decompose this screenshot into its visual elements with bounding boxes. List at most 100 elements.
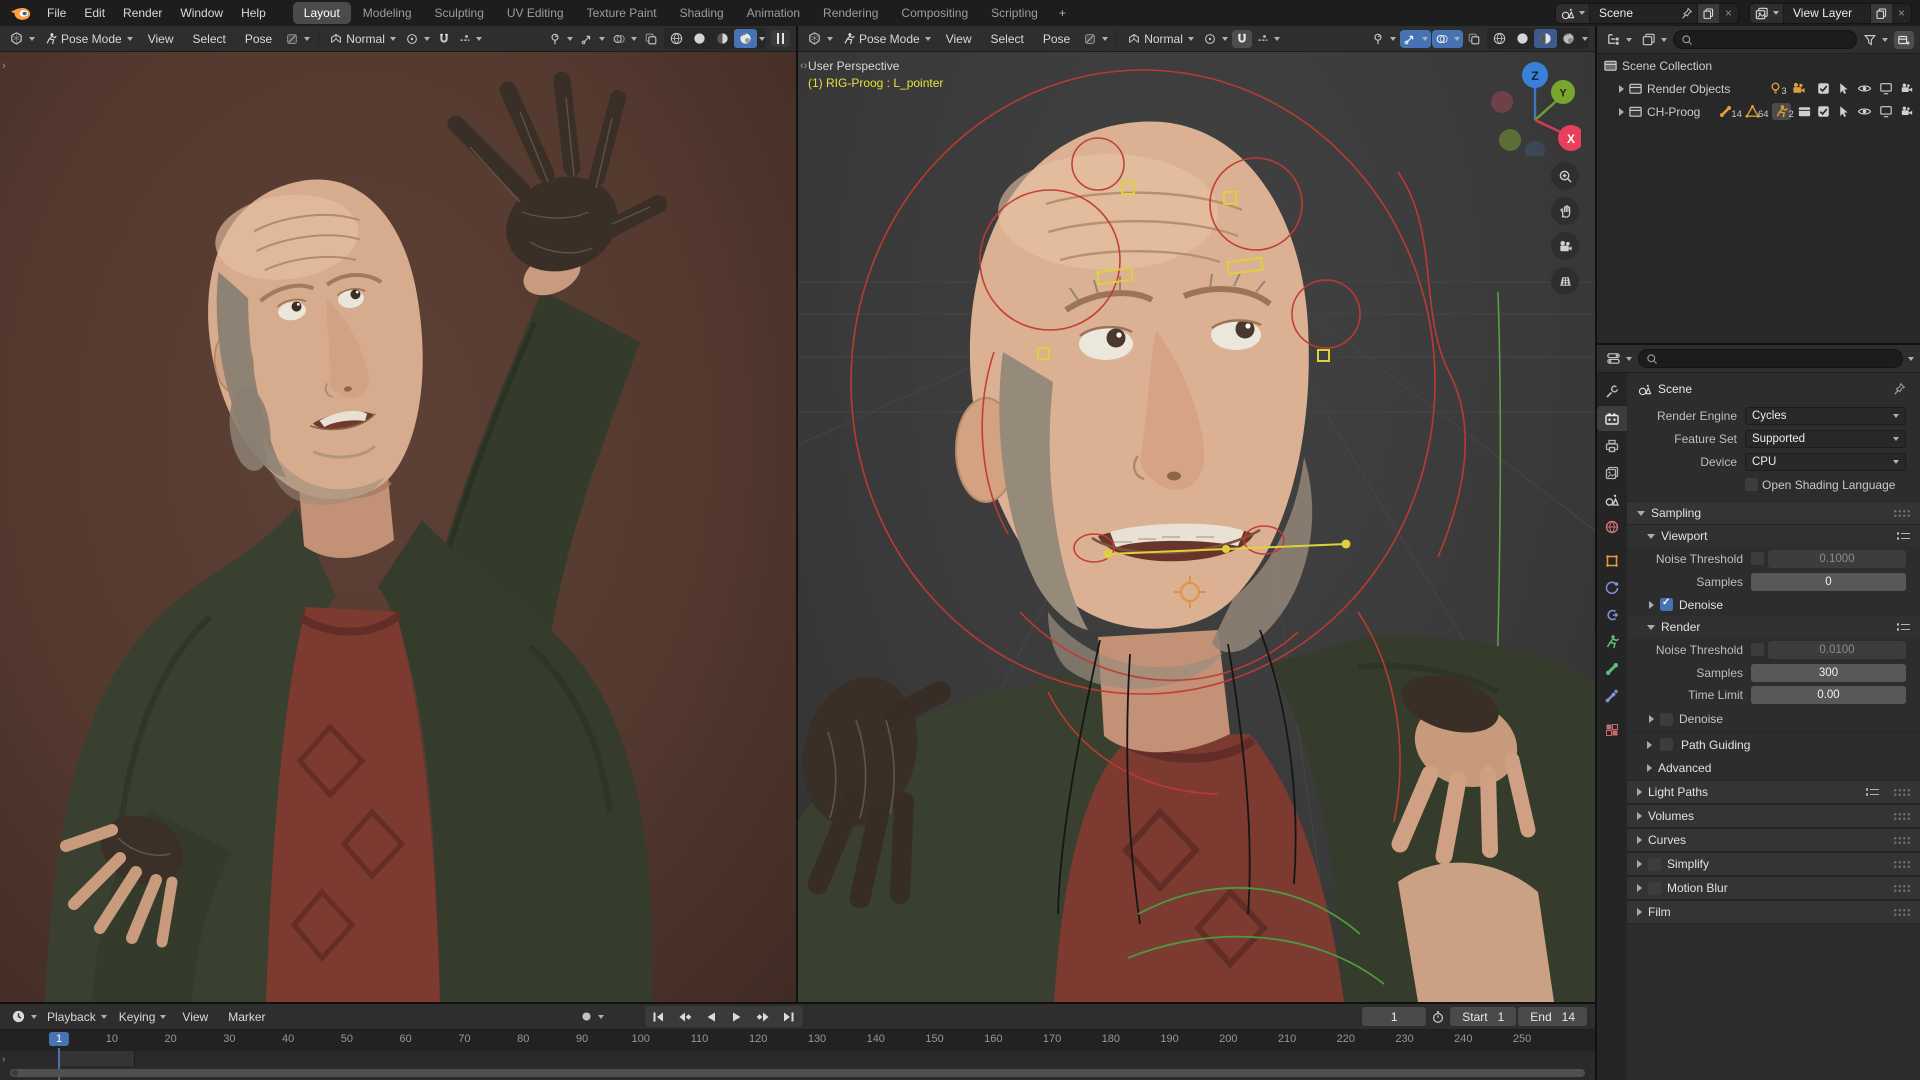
timeline-ruler-ticks[interactable]: 1020304050607080901001101201301401501601… [0, 1030, 1595, 1051]
view-menu[interactable]: View [139, 29, 183, 49]
workspace-tab-compositing[interactable]: Compositing [890, 2, 979, 24]
shading-material-button[interactable] [1534, 29, 1557, 48]
tab-view-layer[interactable] [1597, 460, 1627, 485]
disable-renders-icon[interactable] [1900, 82, 1914, 95]
add-workspace-button[interactable]: + [1051, 4, 1074, 22]
topbar-menu-help[interactable]: Help [232, 3, 275, 23]
section-film[interactable]: Film [1627, 900, 1920, 924]
play-button[interactable] [724, 1007, 750, 1026]
auto-keying-toggle[interactable] [577, 1008, 607, 1025]
device-dropdown[interactable]: CPU [1745, 453, 1906, 471]
section-sampling[interactable]: Sampling [1627, 501, 1920, 525]
snap-toggle[interactable] [1232, 30, 1252, 48]
timeline-editor-type-button[interactable] [8, 1007, 40, 1026]
pan-tool-button[interactable] [1551, 197, 1579, 225]
render-engine-dropdown[interactable]: Cycles [1745, 407, 1906, 425]
preset-icon[interactable] [1897, 623, 1911, 631]
outliner-filter-dropdown[interactable] [1860, 31, 1891, 49]
prev-keyframe-button[interactable] [672, 1007, 698, 1026]
next-keyframe-button[interactable] [750, 1007, 776, 1026]
expand-arrow-icon[interactable] [1619, 108, 1624, 116]
scene-pin-icon[interactable] [1676, 4, 1697, 23]
view-layer-name[interactable]: View Layer [1784, 6, 1870, 20]
tab-world[interactable] [1597, 514, 1627, 539]
outliner-editor-type-button[interactable] [1603, 30, 1635, 49]
section-curves[interactable]: Curves [1627, 828, 1920, 852]
pivot-point-dropdown[interactable] [1200, 30, 1231, 48]
pin-icon[interactable] [1892, 382, 1906, 396]
xray-toggle[interactable] [1464, 30, 1484, 48]
transform-orientation-mini[interactable] [282, 30, 313, 48]
shading-rendered-button[interactable] [1557, 29, 1580, 48]
shading-solid-button[interactable] [1511, 29, 1534, 48]
properties-search-input[interactable] [1638, 349, 1903, 368]
pose-menu[interactable]: Pose [1034, 29, 1079, 49]
select-menu[interactable]: Select [982, 29, 1033, 49]
rn-denoise-checkbox[interactable] [1660, 713, 1673, 726]
tab-output[interactable] [1597, 433, 1627, 458]
topbar-menu-file[interactable]: File [38, 3, 75, 23]
tab-object[interactable] [1597, 548, 1627, 573]
scene-unlink-button[interactable]: × [1719, 6, 1738, 20]
workspace-tab-modeling[interactable]: Modeling [352, 2, 423, 24]
render-pause-button[interactable] [771, 30, 791, 47]
exclude-checkbox-icon[interactable] [1817, 105, 1830, 118]
viewport-right-canvas[interactable]: ‹› [798, 52, 1595, 1002]
scene-selector[interactable]: Scene × [1555, 3, 1739, 24]
view-layer-copy-button[interactable] [1870, 4, 1892, 23]
tab-scene[interactable] [1597, 487, 1627, 512]
navigation-gizmo[interactable]: Z Y X [1489, 60, 1581, 156]
object-visibility-dropdown[interactable] [545, 30, 576, 48]
preset-icon[interactable] [1866, 788, 1880, 796]
scene-browse-button[interactable] [1556, 4, 1590, 23]
topbar-menu-window[interactable]: Window [171, 3, 232, 23]
play-reverse-button[interactable] [698, 1007, 724, 1026]
vp-denoise-checkbox[interactable] [1660, 598, 1673, 611]
workspace-tab-shading[interactable]: Shading [669, 2, 735, 24]
timeline-view-menu[interactable]: View [173, 1007, 217, 1027]
outliner-row-render-objects[interactable]: Render Objects 3 [1597, 77, 1920, 100]
select-menu[interactable]: Select [184, 29, 235, 49]
disable-viewports-icon[interactable] [1879, 82, 1893, 95]
playback-menu[interactable]: Playback [42, 1008, 112, 1026]
timeline-scrollbar[interactable] [10, 1069, 1585, 1077]
scene-copy-button[interactable] [1697, 4, 1719, 23]
new-collection-button[interactable] [1894, 31, 1914, 49]
camera-view-button[interactable] [1551, 232, 1579, 260]
expand-arrow-icon[interactable] [1649, 715, 1654, 723]
rn-samples-value[interactable]: 300 [1751, 664, 1906, 682]
rn-noise-threshold-checkbox[interactable] [1751, 643, 1764, 656]
section-light-paths[interactable]: Light Paths [1627, 780, 1920, 804]
scene-name[interactable]: Scene [1590, 6, 1676, 20]
section-path-guiding[interactable]: Path Guiding [1627, 732, 1920, 756]
show-gizmo-toggle[interactable] [1400, 30, 1431, 48]
expand-arrow-icon[interactable] [1649, 601, 1654, 609]
pose-menu[interactable]: Pose [236, 29, 281, 49]
tab-armature-data[interactable] [1597, 629, 1627, 654]
frame-start-field[interactable]: Start 1 [1450, 1007, 1516, 1026]
timeline-collapse-handle[interactable]: › [2, 1054, 5, 1065]
transform-orientation-mini[interactable] [1080, 30, 1111, 48]
section-volumes[interactable]: Volumes [1627, 804, 1920, 828]
orientation-dropdown[interactable]: Normal [324, 30, 401, 48]
tab-object-constraints[interactable] [1597, 602, 1627, 627]
properties-editor-type-button[interactable] [1603, 349, 1635, 368]
section-motion-blur[interactable]: Motion Blur [1627, 876, 1920, 900]
exclude-checkbox-icon[interactable] [1817, 82, 1830, 95]
hide-viewport-icon[interactable] [1857, 82, 1872, 95]
shading-material-button[interactable] [711, 29, 734, 48]
tab-physics[interactable] [1597, 575, 1627, 600]
object-visibility-dropdown[interactable] [1368, 30, 1399, 48]
section-sampling-viewport[interactable]: Viewport [1627, 525, 1920, 547]
view-menu[interactable]: View [937, 29, 981, 49]
motion-blur-checkbox[interactable] [1648, 882, 1661, 895]
timeline-marker-menu[interactable]: Marker [219, 1007, 274, 1027]
snap-settings-dropdown[interactable] [1253, 30, 1283, 47]
show-overlays-toggle[interactable] [1432, 30, 1463, 48]
show-overlays-toggle[interactable] [609, 30, 640, 48]
timeline-ruler-area[interactable]: 1020304050607080901001101201301401501601… [0, 1030, 1595, 1080]
editor-type-button[interactable] [6, 29, 38, 48]
editor-type-button[interactable] [804, 29, 836, 48]
mode-dropdown[interactable]: Pose Mode [39, 30, 138, 48]
jump-to-end-button[interactable] [776, 1007, 802, 1026]
